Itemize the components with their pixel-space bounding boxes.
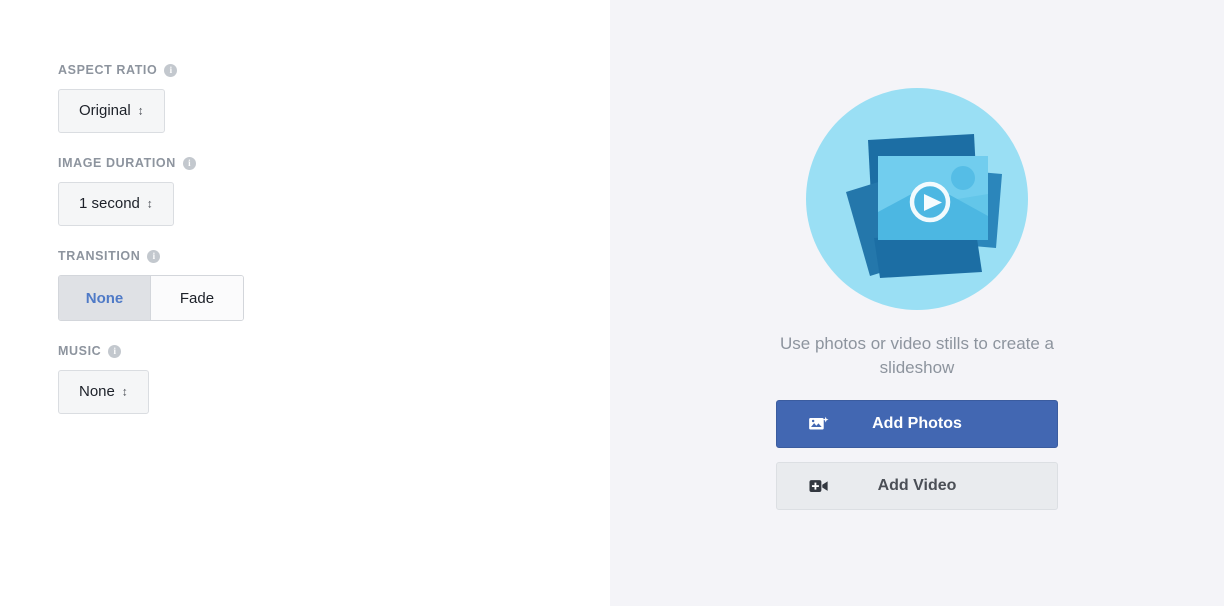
updown-caret-icon: ↕ (146, 196, 153, 211)
field-aspect-ratio: ASPECT RATIO i Original ↕ (58, 62, 610, 133)
aspect-ratio-label: ASPECT RATIO (58, 63, 158, 77)
aspect-ratio-value: Original (79, 102, 131, 119)
preview-action-buttons: Add Photos Add Video (776, 400, 1058, 510)
image-duration-label-row: IMAGE DURATION i (58, 155, 610, 171)
music-label: MUSIC (58, 344, 102, 358)
music-value: None (79, 383, 115, 400)
transition-option-none[interactable]: None (59, 276, 151, 320)
add-video-icon (807, 474, 831, 498)
info-icon[interactable]: i (182, 156, 196, 170)
aspect-ratio-select[interactable]: Original ↕ (58, 89, 165, 133)
add-photos-button[interactable]: Add Photos (776, 400, 1058, 448)
add-video-button[interactable]: Add Video (776, 462, 1058, 510)
aspect-ratio-label-row: ASPECT RATIO i (58, 62, 610, 78)
music-select[interactable]: None ↕ (58, 370, 149, 414)
image-duration-select[interactable]: 1 second ↕ (58, 182, 174, 226)
field-transition: TRANSITION i None Fade (58, 248, 610, 321)
illustration-artwork (846, 134, 1002, 278)
info-icon[interactable]: i (164, 63, 178, 77)
info-icon[interactable]: i (147, 249, 161, 263)
updown-caret-icon: ↕ (137, 103, 144, 118)
preview-panel: Use photos or video stills to create a s… (610, 0, 1224, 606)
music-label-row: MUSIC i (58, 343, 610, 359)
transition-label-row: TRANSITION i (58, 248, 610, 264)
settings-panel: ASPECT RATIO i Original ↕ IMAGE DURATION… (0, 0, 610, 606)
add-video-label: Add Video (877, 477, 957, 494)
image-duration-label: IMAGE DURATION (58, 156, 176, 170)
image-duration-value: 1 second (79, 195, 140, 212)
slideshow-photos-video-illustration (806, 88, 1028, 310)
field-image-duration: IMAGE DURATION i 1 second ↕ (58, 155, 610, 226)
transition-label: TRANSITION (58, 249, 141, 263)
slideshow-composer: ASPECT RATIO i Original ↕ IMAGE DURATION… (0, 0, 1224, 606)
preview-caption: Use photos or video stills to create a s… (779, 334, 1055, 377)
transition-option-fade[interactable]: Fade (151, 276, 243, 320)
field-music: MUSIC i None ↕ (58, 343, 610, 414)
updown-caret-icon: ↕ (121, 384, 128, 399)
add-photos-label: Add Photos (872, 415, 962, 432)
info-icon[interactable]: i (108, 344, 122, 358)
add-photo-icon (807, 412, 831, 436)
transition-segmented-control: None Fade (58, 275, 244, 321)
